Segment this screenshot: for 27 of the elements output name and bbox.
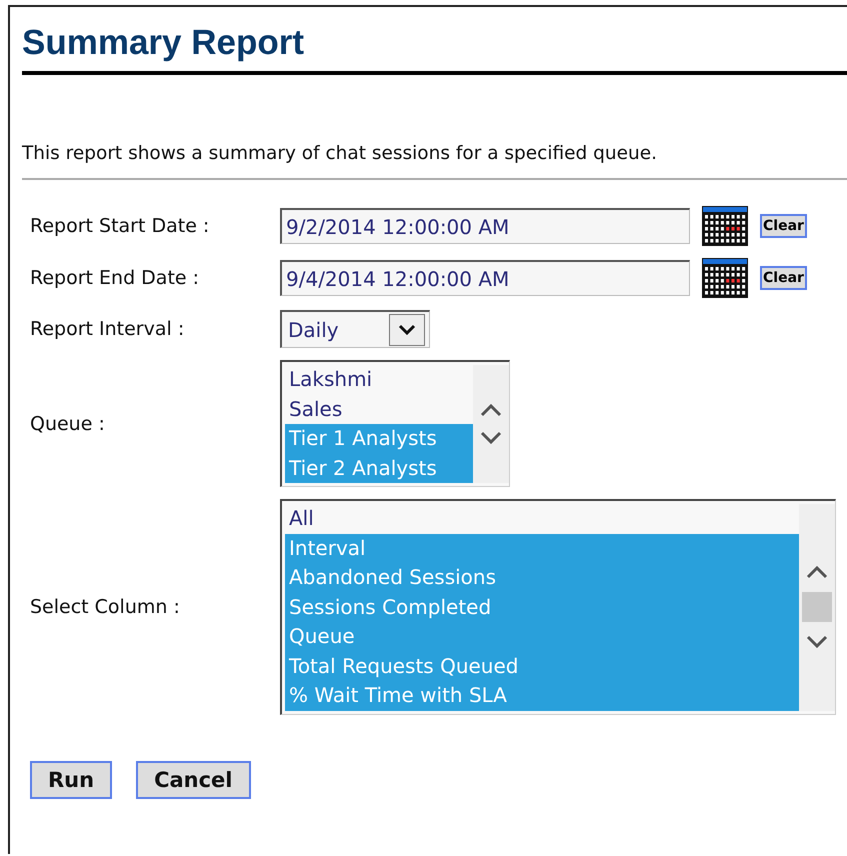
date-field[interactable]: 9/4/2014 12:00:00 AM — [280, 260, 690, 296]
field-label: Report Start Date : — [30, 215, 210, 237]
scroll-up-icon[interactable] — [479, 402, 503, 418]
field-label: Report Interval : — [30, 318, 186, 340]
date-field[interactable]: 9/2/2014 12:00:00 AM — [280, 208, 690, 244]
list-box[interactable]: All Interval Abandoned Sessions Sessions Completed Queue Total Requests Queued % Wait Time with SLA — [280, 499, 836, 714]
scroll-up-icon[interactable] — [805, 564, 829, 580]
calendar-icon[interactable] — [702, 206, 748, 246]
field-label: Queue : — [30, 412, 106, 434]
scroll-down-icon[interactable] — [805, 634, 829, 650]
calendar-icon[interactable] — [702, 258, 748, 298]
cancel-button[interactable]: Cancel — [136, 760, 250, 798]
list-option[interactable]: Sales — [285, 394, 473, 424]
scroll-thumb[interactable] — [802, 592, 832, 622]
list-box[interactable]: Lakshmi Sales Tier 1 Analysts Tier 2 Analysts — [280, 360, 510, 487]
description: This report shows a summary of chat sessions for a specified queue. — [22, 143, 657, 164]
scroll-down-icon[interactable] — [479, 430, 503, 446]
page-title: Summary Report — [22, 22, 304, 64]
list-option[interactable]: Lakshmi — [285, 365, 473, 394]
field-label: Select Column : — [30, 596, 181, 618]
interval-dropdown[interactable]: Daily — [280, 310, 430, 348]
list-option[interactable]: All — [285, 504, 799, 534]
clear-button[interactable]: Clear — [760, 214, 807, 238]
chevron-down-icon — [397, 322, 417, 336]
field-label: Report End Date : — [30, 267, 200, 289]
clear-button[interactable]: Clear — [760, 266, 807, 290]
run-button[interactable]: Run — [30, 760, 112, 798]
